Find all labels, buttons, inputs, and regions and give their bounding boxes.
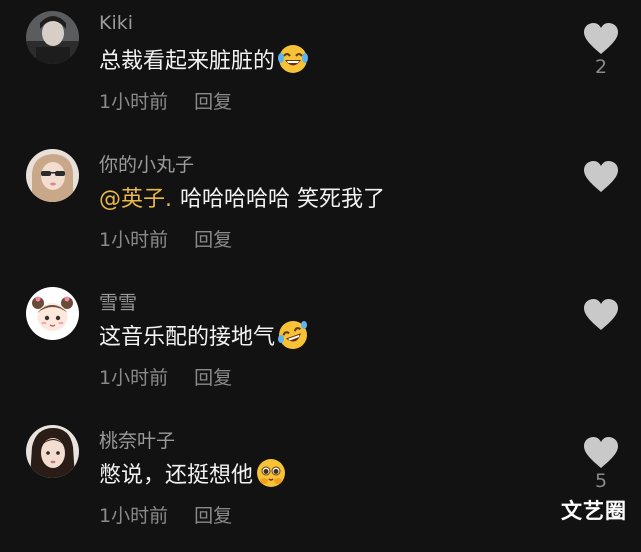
avatar-image xyxy=(26,425,79,478)
comment-text-row: 这音乐配的接地气 xyxy=(99,319,309,351)
mention-link[interactable]: @英子. xyxy=(99,181,172,213)
comment-text: 哈哈哈哈哈 笑死我了 xyxy=(180,187,385,212)
comment-meta: 1小时前 回复 xyxy=(99,363,232,390)
comment-meta: 1小时前 回复 xyxy=(99,501,232,528)
laughing-tears-emoji-icon xyxy=(277,43,309,75)
comment-item: 桃奈叶子 憋说，还挺想他 1小时前 回复 5 xyxy=(0,414,641,552)
comment-text-row: 总裁看起来脏脏的 xyxy=(99,43,309,75)
username[interactable]: 你的小丸子 xyxy=(99,150,194,177)
heart-icon xyxy=(584,23,618,54)
like-button[interactable] xyxy=(583,160,619,194)
like-count: 2 xyxy=(594,56,608,78)
comment-text-row: @英子. 哈哈哈哈哈 笑死我了 xyxy=(99,181,385,213)
timestamp: 1小时前 xyxy=(99,505,169,527)
comment-meta: 1小时前 回复 xyxy=(99,225,232,252)
reply-button[interactable]: 回复 xyxy=(194,505,232,527)
comment-text: 这音乐配的接地气 xyxy=(99,325,276,350)
reply-button[interactable]: 回复 xyxy=(194,229,232,251)
comment-meta: 1小时前 回复 xyxy=(99,87,232,114)
comment-text: 憋说，还挺想他 xyxy=(99,463,254,488)
rofl-emoji-icon xyxy=(277,319,309,351)
timestamp: 1小时前 xyxy=(99,229,169,251)
like-button[interactable] xyxy=(583,298,619,332)
watermark: 文艺圈 xyxy=(561,499,627,523)
username[interactable]: 雪雪 xyxy=(99,288,137,315)
avatar-image xyxy=(26,287,79,340)
like-button[interactable] xyxy=(583,436,619,470)
timestamp: 1小时前 xyxy=(99,91,169,113)
comment-item: 你的小丸子 @英子. 哈哈哈哈哈 笑死我了 1小时前 回复 xyxy=(0,138,641,276)
avatar-image xyxy=(26,149,79,202)
username[interactable]: Kiki xyxy=(99,12,133,34)
username[interactable]: 桃奈叶子 xyxy=(99,426,175,453)
avatar[interactable] xyxy=(26,11,79,64)
avatar-image xyxy=(26,11,79,64)
like-count: 5 xyxy=(594,470,608,492)
pleading-emoji-icon xyxy=(255,457,287,489)
like-button[interactable] xyxy=(583,22,619,56)
avatar[interactable] xyxy=(26,149,79,202)
heart-icon xyxy=(584,299,618,330)
reply-button[interactable]: 回复 xyxy=(194,91,232,113)
reply-button[interactable]: 回复 xyxy=(194,367,232,389)
comment-text: 总裁看起来脏脏的 xyxy=(99,49,276,74)
avatar[interactable] xyxy=(26,287,79,340)
heart-icon xyxy=(584,437,618,468)
comment-text-row: 憋说，还挺想他 xyxy=(99,457,287,489)
avatar[interactable] xyxy=(26,425,79,478)
comment-item: 雪雪 这音乐配的接地气 1小时前 回复 xyxy=(0,276,641,414)
timestamp: 1小时前 xyxy=(99,367,169,389)
comment-item: Kiki 总裁看起来脏脏的 1小时前 回复 2 xyxy=(0,0,641,138)
heart-icon xyxy=(584,161,618,192)
